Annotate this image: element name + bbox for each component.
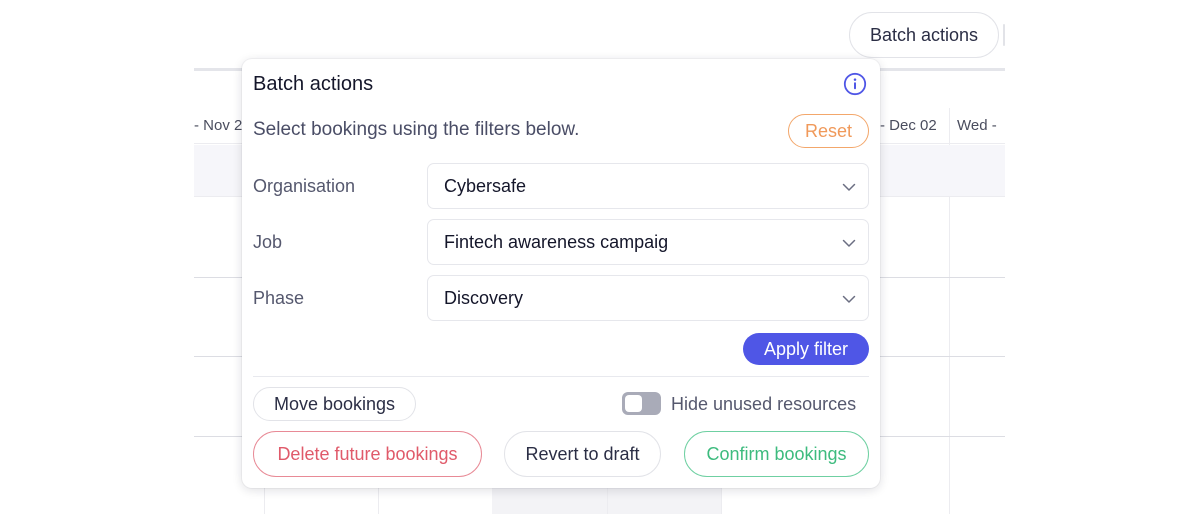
calendar-day-wed: Wed - (957, 117, 997, 134)
apply-filter-button[interactable]: Apply filter (743, 333, 869, 365)
revert-to-draft-button[interactable]: Revert to draft (504, 431, 661, 477)
chevron-down-icon (842, 239, 856, 247)
job-value: Fintech awareness campaig (444, 232, 669, 252)
calendar-column-divider (264, 488, 265, 514)
batch-actions-panel: Batch actions Select bookings using the … (242, 59, 880, 488)
calendar-day-dec-02: - Dec 02 (880, 117, 937, 134)
organisation-select[interactable]: Cybersafe (427, 163, 869, 209)
panel-divider (253, 376, 869, 377)
calendar-column-divider (378, 488, 379, 514)
scheduler-screen: - Nov 2 - Dec 02 Wed - Batch actions Bat… (0, 0, 1199, 514)
job-label: Job (253, 232, 283, 252)
calendar-column-divider (607, 488, 608, 514)
phase-label: Phase (253, 288, 305, 308)
reset-button[interactable]: Reset (788, 114, 869, 148)
info-circle-icon[interactable] (843, 72, 867, 96)
organisation-value: Cybersafe (444, 176, 527, 196)
organisation-label: Organisation (253, 176, 356, 196)
hide-unused-resources-toggle[interactable] (622, 392, 661, 415)
phase-value: Discovery (444, 288, 524, 308)
confirm-bookings-button[interactable]: Confirm bookings (684, 431, 869, 477)
chevron-down-icon (842, 183, 856, 191)
panel-instructions: Select bookings using the filters below. (253, 119, 580, 140)
chevron-down-icon (842, 295, 856, 303)
hide-unused-resources-label: Hide unused resources (671, 394, 857, 414)
delete-future-bookings-button[interactable]: Delete future bookings (253, 431, 482, 477)
calendar-column-divider (721, 488, 722, 514)
toolbar-next-button-edge[interactable] (1003, 24, 1005, 46)
toggle-knob (625, 395, 642, 412)
batch-actions-button[interactable]: Batch actions (849, 12, 999, 58)
calendar-day-nov: - Nov 2 (194, 117, 242, 134)
move-bookings-button[interactable]: Move bookings (253, 387, 416, 421)
phase-select[interactable]: Discovery (427, 275, 869, 321)
job-select[interactable]: Fintech awareness campaig (427, 219, 869, 265)
panel-title: Batch actions (253, 73, 374, 95)
